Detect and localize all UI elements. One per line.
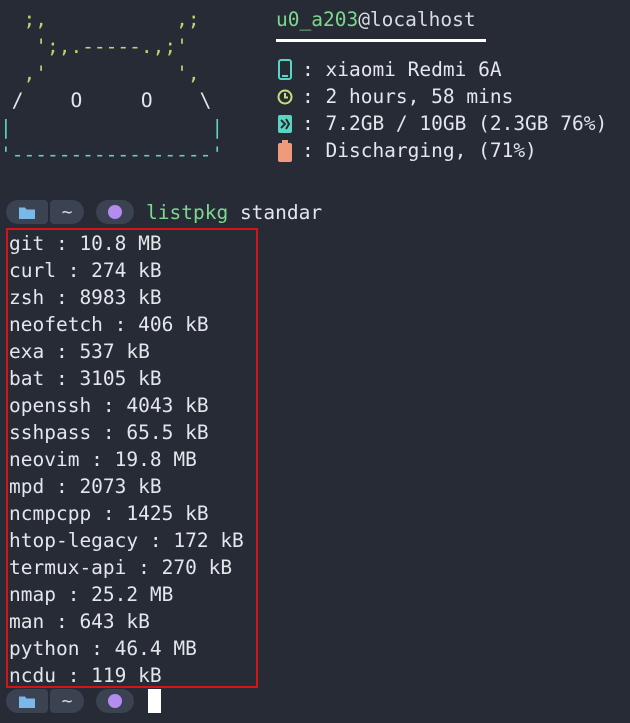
ascii-art-line: ';,.-----.,;' <box>0 35 188 58</box>
list-item: openssh : 4043 kB <box>9 394 209 417</box>
list-item: ncmpcpp : 1425 kB <box>9 502 209 525</box>
directory-segment: ~ <box>50 689 84 713</box>
battery-text: : Discharging, (71%) <box>302 139 537 162</box>
command-name: listpkg <box>146 200 229 224</box>
prompt-line-command: ~ listpkg standar <box>6 199 322 225</box>
ascii-art-line: ;, ,; <box>0 8 200 31</box>
list-item: neofetch : 406 kB <box>9 313 209 336</box>
sysinfo-row-battery: : Discharging, (71%) <box>276 137 607 164</box>
list-item: exa : 537 kB <box>9 340 150 363</box>
sysinfo-title: u0_a203@localhost <box>276 6 607 33</box>
terminal-cursor[interactable] <box>148 689 161 713</box>
list-item: bat : 3105 kB <box>9 367 162 390</box>
username: u0_a203 <box>276 8 359 31</box>
ascii-art-line: | | <box>0 116 224 139</box>
list-item: curl : 274 kB <box>9 259 162 282</box>
clock-icon <box>276 86 294 108</box>
memory-text: : 7.2GB / 10GB (2.3GB 76%) <box>302 112 608 135</box>
list-item: git : 10.8 MB <box>9 232 162 255</box>
command-text: listpkg standar <box>146 201 322 224</box>
ascii-art-line: '-----------------' <box>0 143 224 166</box>
list-item: termux-api : 270 kB <box>9 556 233 579</box>
folder-segment <box>6 200 48 224</box>
ascii-art-line: / O O \ <box>0 89 212 112</box>
phone-icon <box>276 59 294 81</box>
sysinfo-row-device: : xiaomi Redmi 6A <box>276 56 607 83</box>
moon-icon <box>108 205 122 219</box>
command-argument: standar <box>239 200 323 224</box>
status-segment <box>96 689 134 713</box>
prompt-line-idle: ~ <box>6 688 161 714</box>
list-item: ncdu : 119 kB <box>9 664 162 687</box>
status-segment <box>96 200 134 224</box>
list-item: nmap : 25.2 MB <box>9 583 174 606</box>
title-underline <box>276 39 486 42</box>
folder-icon <box>19 207 35 219</box>
memory-icon <box>276 113 294 135</box>
directory-segment: ~ <box>50 200 84 224</box>
uptime-text: : 2 hours, 58 mins <box>302 85 514 108</box>
folder-icon <box>19 696 35 708</box>
ascii-art-line: ,' ', <box>0 62 200 85</box>
battery-icon <box>276 139 294 162</box>
list-item: sshpass : 65.5 kB <box>9 421 209 444</box>
sysinfo-panel: u0_a203@localhost : xiaomi Redmi 6A : 2 … <box>276 6 607 164</box>
ascii-art-logo: ;, ,; ';,.-----.,;' ,' ', / O O \ | | '-… <box>0 6 223 168</box>
list-item: zsh : 8983 kB <box>9 286 162 309</box>
list-item: man : 643 kB <box>9 610 150 633</box>
hostname: @localhost <box>358 8 476 31</box>
device-text: : xiaomi Redmi 6A <box>302 58 502 81</box>
list-item: mpd : 2073 kB <box>9 475 162 498</box>
list-item: htop-legacy : 172 kB <box>9 529 244 552</box>
package-list: git : 10.8 MB curl : 274 kB zsh : 8983 k… <box>6 228 258 688</box>
list-item: python : 46.4 MB <box>9 637 197 660</box>
folder-segment <box>6 689 48 713</box>
sysinfo-row-memory: : 7.2GB / 10GB (2.3GB 76%) <box>276 110 607 137</box>
list-item: neovim : 19.8 MB <box>9 448 197 471</box>
sysinfo-row-uptime: : 2 hours, 58 mins <box>276 83 607 110</box>
moon-icon <box>108 694 122 708</box>
